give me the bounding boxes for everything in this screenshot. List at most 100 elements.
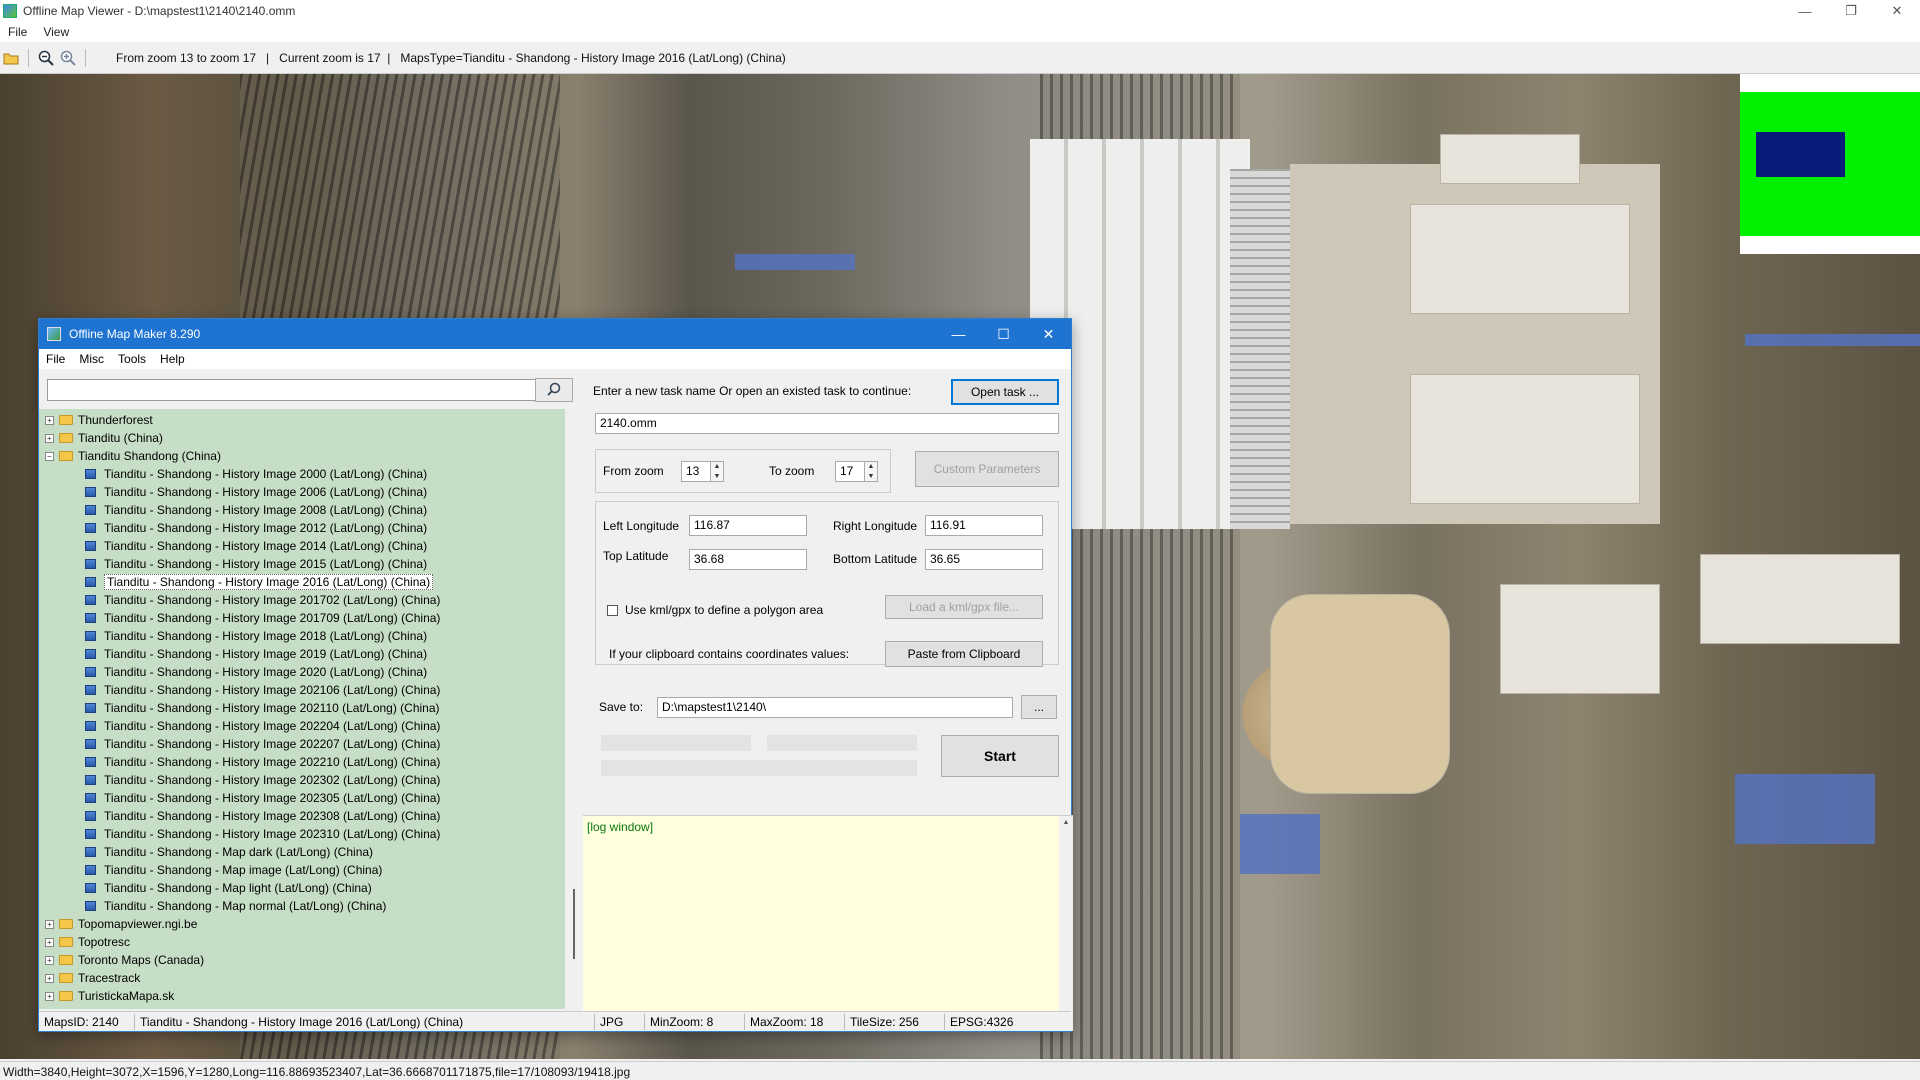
tree-map-item[interactable]: Tianditu - Shandong - History Image 2015… <box>39 555 565 573</box>
tree-item-label: Tianditu - Shandong - History Image 2018… <box>104 629 428 643</box>
tree-map-item[interactable]: Tianditu - Shandong - History Image 2006… <box>39 483 565 501</box>
map-blue-roof <box>1735 774 1875 844</box>
start-button[interactable]: Start <box>941 735 1059 777</box>
scroll-up-icon[interactable]: ▲ <box>1063 819 1070 826</box>
log-scrollbar[interactable]: ▲ ▼ <box>1059 816 1073 1031</box>
tree-map-item[interactable]: Tianditu - Shandong - Map image (Lat/Lon… <box>39 861 565 879</box>
open-task-button[interactable]: Open task ... <box>951 379 1059 405</box>
map-building <box>1440 134 1580 184</box>
zoom-out-icon[interactable] <box>35 47 57 69</box>
tree-map-item[interactable]: Tianditu - Shandong - History Image 2018… <box>39 627 565 645</box>
expand-icon[interactable]: + <box>45 973 54 983</box>
tree-map-item[interactable]: Tianditu - Shandong - History Image 2017… <box>39 609 565 627</box>
left-longitude-field[interactable]: 116.87 <box>689 515 807 536</box>
collapse-icon[interactable]: − <box>45 451 54 461</box>
dialog-minimize-button[interactable]: — <box>936 319 981 349</box>
from-zoom-field[interactable]: 13 <box>681 461 711 482</box>
map-layer-icon <box>85 631 96 641</box>
tree-map-item[interactable]: Tianditu - Shandong - History Image 2014… <box>39 537 565 555</box>
overview-viewport[interactable] <box>1756 132 1845 177</box>
tree-map-item[interactable]: Tianditu - Shandong - History Image 2019… <box>39 645 565 663</box>
load-kml-button[interactable]: Load a kml/gpx file... <box>885 595 1043 619</box>
expand-icon[interactable]: + <box>45 937 54 947</box>
zoom-in-icon[interactable] <box>57 47 79 69</box>
browse-folder-button[interactable]: ... <box>1021 695 1057 719</box>
maximize-button[interactable]: ❐ <box>1828 0 1874 22</box>
tree-folder-item[interactable]: + Tianditu (China) <box>39 429 565 447</box>
use-kml-checkbox[interactable] <box>607 605 618 616</box>
spin-down-icon[interactable]: ▼ <box>714 473 721 480</box>
tree-map-item[interactable]: Tianditu - Shandong - History Image 2023… <box>39 807 565 825</box>
map-search-input[interactable] <box>47 379 537 401</box>
dialog-maximize-button[interactable]: ☐ <box>981 319 1026 349</box>
tree-folder-item[interactable]: + Thunderforest <box>39 411 565 429</box>
map-source-tree[interactable]: + Thunderforest + Tianditu (China) − Tianditu… <box>39 409 565 1009</box>
status-map-name: Tianditu - Shandong - History Image 2016… <box>135 1013 595 1030</box>
spin-down-icon[interactable]: ▼ <box>868 473 875 480</box>
tree-map-item[interactable]: Tianditu - Shandong - History Image 2022… <box>39 735 565 753</box>
tree-map-item[interactable]: Tianditu - Shandong - History Image 2021… <box>39 681 565 699</box>
expand-icon[interactable]: + <box>45 415 54 425</box>
tree-folder-item[interactable]: + Topotresc <box>39 933 565 951</box>
top-latitude-field[interactable]: 36.68 <box>689 549 807 570</box>
from-zoom-spinner[interactable]: ▲ ▼ <box>710 461 724 482</box>
search-button[interactable] <box>535 378 573 402</box>
tree-scrollbar[interactable] <box>565 409 579 1009</box>
dialog-menu-misc[interactable]: Misc <box>72 352 111 366</box>
open-folder-icon[interactable] <box>0 47 22 69</box>
tree-map-item[interactable]: Tianditu - Shandong - History Image 2017… <box>39 591 565 609</box>
tree-map-item[interactable]: Tianditu - Shandong - History Image 2022… <box>39 717 565 735</box>
tree-map-item[interactable]: Tianditu - Shandong - History Image 2023… <box>39 771 565 789</box>
tree-map-item[interactable]: Tianditu - Shandong - Map normal (Lat/Lo… <box>39 897 565 915</box>
expand-icon[interactable]: + <box>45 991 54 1001</box>
tree-map-item[interactable]: Tianditu - Shandong - History Image 2022… <box>39 753 565 771</box>
map-layer-icon <box>85 847 96 857</box>
overview-minimap[interactable] <box>1740 74 1920 254</box>
map-layer-icon <box>85 559 96 569</box>
map-layer-icon <box>85 505 96 515</box>
to-zoom-field[interactable]: 17 <box>835 461 865 482</box>
dialog-close-button[interactable]: ✕ <box>1026 319 1071 349</box>
expand-icon[interactable]: + <box>45 955 54 965</box>
dialog-titlebar: Offline Map Maker 8.290 — ☐ ✕ <box>39 319 1071 349</box>
tree-map-item[interactable]: Tianditu - Shandong - Map dark (Lat/Long… <box>39 843 565 861</box>
spin-up-icon[interactable]: ▲ <box>868 463 875 470</box>
bottom-latitude-field[interactable]: 36.65 <box>925 549 1043 570</box>
to-zoom-spinner[interactable]: ▲ ▼ <box>864 461 878 482</box>
paste-from-clipboard-button[interactable]: Paste from Clipboard <box>885 641 1043 667</box>
folder-icon <box>59 973 73 983</box>
task-name-field[interactable]: 2140.omm <box>595 413 1059 434</box>
minimize-button[interactable]: — <box>1782 0 1828 22</box>
tree-folder-item[interactable]: + Tracestrack <box>39 969 565 987</box>
tree-map-item[interactable]: Tianditu - Shandong - History Image 2021… <box>39 699 565 717</box>
app-icon <box>3 4 17 18</box>
tree-folder-item[interactable]: + TuristickaMapa.sk <box>39 987 565 1005</box>
bottom-latitude-label: Bottom Latitude <box>833 552 918 566</box>
tree-map-item[interactable]: Tianditu - Shandong - History Image 2012… <box>39 519 565 537</box>
dialog-menu-file[interactable]: File <box>39 352 72 366</box>
tree-folder-item[interactable]: + Topomapviewer.ngi.be <box>39 915 565 933</box>
expand-icon[interactable]: + <box>45 433 54 443</box>
tree-scroll-thumb[interactable] <box>573 889 575 959</box>
tree-map-item[interactable]: Tianditu - Shandong - History Image 2008… <box>39 501 565 519</box>
spin-up-icon[interactable]: ▲ <box>714 463 721 470</box>
tree-map-item[interactable]: Tianditu - Shandong - History Image 2020… <box>39 663 565 681</box>
tree-map-item[interactable]: Tianditu - Shandong - History Image 2023… <box>39 789 565 807</box>
tree-folder-item[interactable]: + Toronto Maps (Canada) <box>39 951 565 969</box>
dialog-menu-help[interactable]: Help <box>153 352 192 366</box>
tree-folder-item[interactable]: − Tianditu Shandong (China) <box>39 447 565 465</box>
tree-map-item[interactable]: Tianditu - Shandong - History Image 2023… <box>39 825 565 843</box>
right-longitude-field[interactable]: 116.91 <box>925 515 1043 536</box>
tree-map-item[interactable]: Tianditu - Shandong - History Image 2016… <box>39 573 565 591</box>
tree-map-item[interactable]: Tianditu - Shandong - Map light (Lat/Lon… <box>39 879 565 897</box>
offline-map-maker-dialog: Offline Map Maker 8.290 — ☐ ✕ File Misc … <box>38 318 1073 1032</box>
dialog-menu-tools[interactable]: Tools <box>111 352 153 366</box>
save-to-field[interactable]: D:\mapstest1\2140\ <box>657 697 1013 718</box>
expand-icon[interactable]: + <box>45 919 54 929</box>
menu-file[interactable]: File <box>0 25 35 39</box>
custom-parameters-button[interactable]: Custom Parameters <box>915 451 1059 487</box>
log-window[interactable]: [log window] ▲ ▼ <box>583 815 1073 1031</box>
menu-view[interactable]: View <box>35 25 77 39</box>
tree-map-item[interactable]: Tianditu - Shandong - History Image 2000… <box>39 465 565 483</box>
close-button[interactable]: ✕ <box>1874 0 1920 22</box>
